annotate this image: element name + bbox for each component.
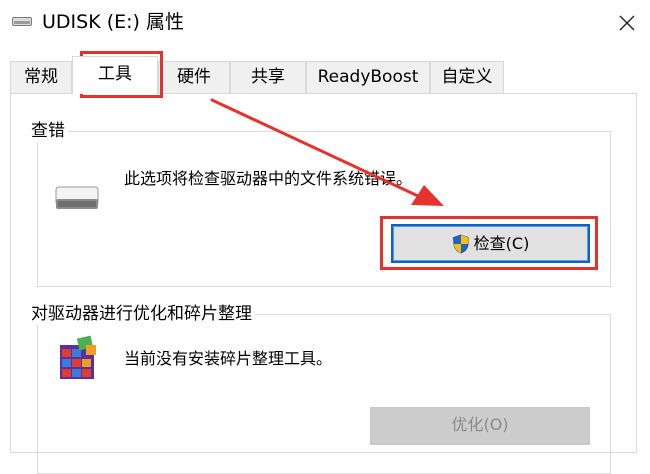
title-bar: UDISK (E:) 属性	[0, 0, 650, 46]
drive-icon	[12, 17, 32, 26]
optimize-button[interactable]: 优化(O)	[370, 407, 590, 445]
tab-strip: 常规 工具 硬件 共享 ReadyBoost 自定义	[0, 46, 650, 94]
tab-tools[interactable]: 工具	[72, 56, 158, 94]
close-button[interactable]	[610, 6, 644, 40]
optimize-legend: 对驱动器进行优化和碎片整理	[28, 303, 255, 325]
tab-general[interactable]: 常规	[10, 61, 72, 93]
optimize-button-label: 优化(O)	[451, 415, 509, 434]
check-button-label: 检查(C)	[473, 233, 530, 253]
optimize-group: 对驱动器进行优化和碎片整理 当前没有安装碎片整理工具。 优化(O)	[28, 303, 611, 474]
close-icon	[619, 15, 635, 31]
check-button[interactable]: 检查(C)	[391, 224, 590, 263]
error-check-legend: 查错	[28, 120, 68, 142]
error-check-description: 此选项将检查驱动器中的文件系统错误。	[124, 169, 413, 188]
tab-sharing[interactable]: 共享	[230, 61, 306, 93]
defrag-icon	[60, 335, 96, 379]
window-title: UDISK (E:) 属性	[42, 11, 184, 33]
drive-icon	[55, 186, 99, 209]
error-check-group: 查错 此选项将检查驱动器中的文件系统错误。 检查(C)	[28, 120, 611, 287]
tab-hardware[interactable]: 硬件	[158, 61, 230, 93]
tab-readyboost[interactable]: ReadyBoost	[306, 61, 430, 93]
tools-panel: 查错 此选项将检查驱动器中的文件系统错误。 检查(C) 对驱动器进行优化和碎片整…	[10, 93, 637, 474]
shield-icon	[452, 234, 469, 253]
optimize-description: 当前没有安装碎片整理工具。	[124, 349, 333, 368]
tab-customize[interactable]: 自定义	[430, 61, 504, 93]
